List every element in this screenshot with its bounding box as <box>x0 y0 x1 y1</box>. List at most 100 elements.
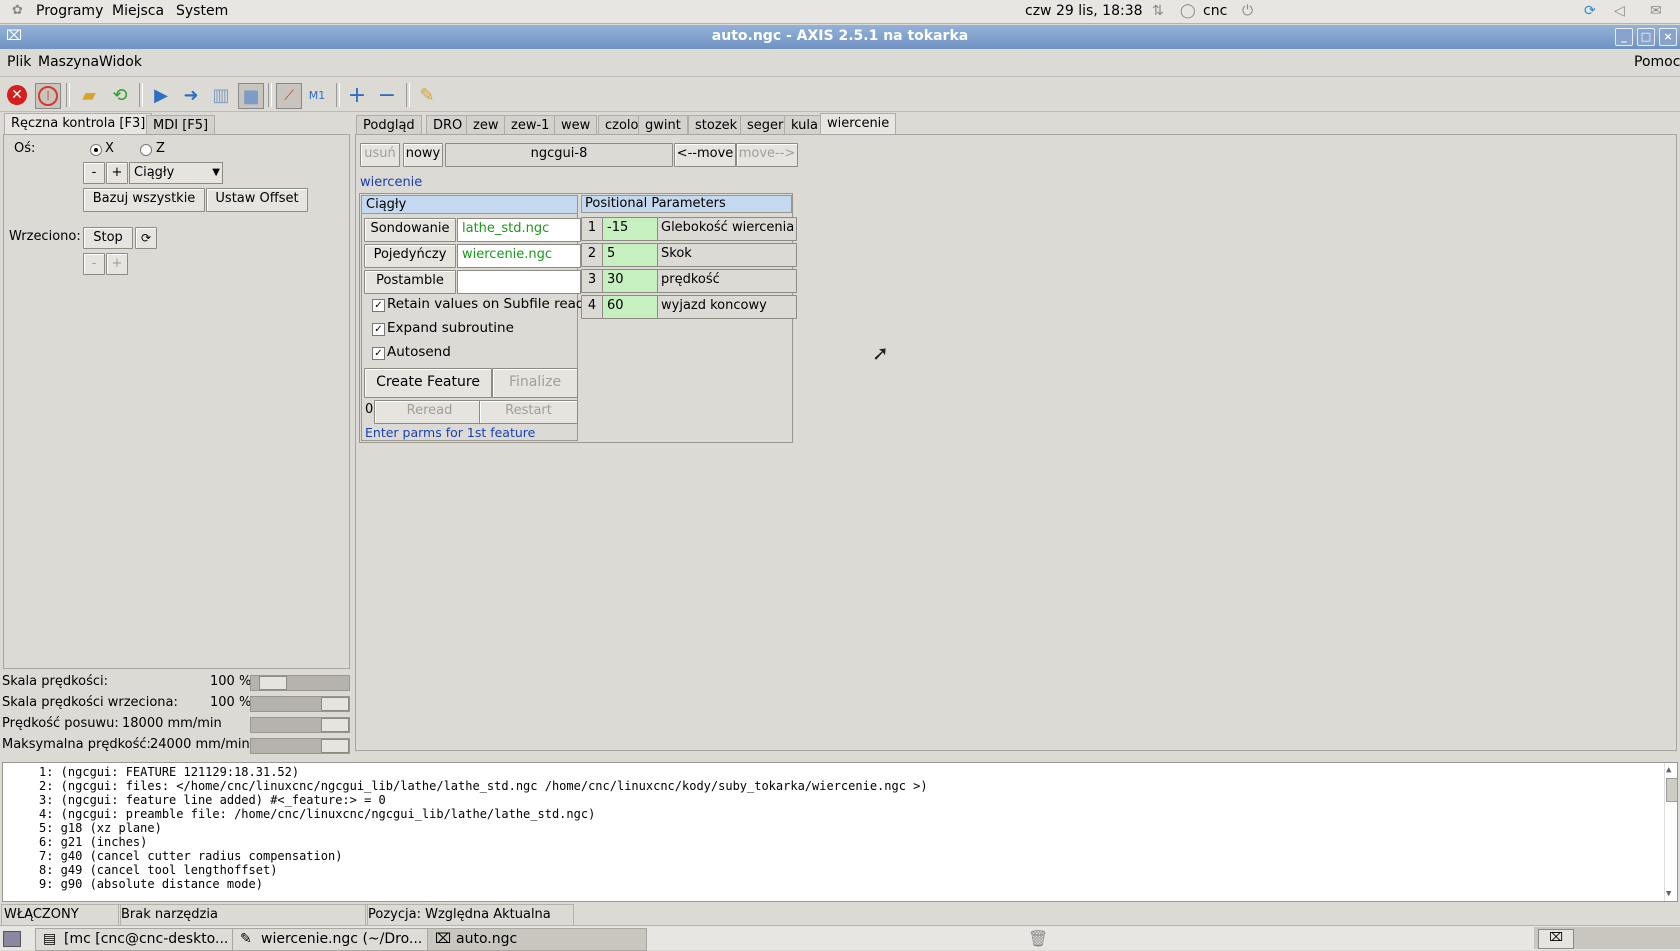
jog-speed-slider[interactable] <box>250 717 350 733</box>
feed-override-slider[interactable] <box>250 675 350 691</box>
create-feature-button[interactable]: Create Feature <box>364 368 492 398</box>
jog-plus-button[interactable]: + <box>106 162 128 184</box>
menu-pomoc[interactable]: Pomoc <box>1634 54 1680 70</box>
stop-program-icon[interactable]: ■ <box>238 83 264 109</box>
tab-gwint[interactable]: gwint <box>638 115 688 136</box>
listing-line[interactable]: 4: (ngcgui: preamble file: /home/cnc/lin… <box>39 807 595 821</box>
postamble-button[interactable]: Postamble <box>364 270 456 294</box>
spindle-rotate-icon[interactable]: ⟳ <box>135 227 157 249</box>
open-file-icon[interactable]: ▰ <box>77 83 101 107</box>
power-icon[interactable]: ⏻ <box>1242 3 1253 19</box>
listing-line[interactable]: 9: g90 (absolute distance mode) <box>39 877 263 891</box>
menu-system[interactable]: System <box>176 3 228 19</box>
pojedynczy-button[interactable]: Pojedyńczy <box>364 244 456 268</box>
axis-z-label[interactable]: Z <box>156 141 165 156</box>
minimize-icon[interactable]: _ <box>1615 28 1633 46</box>
estop-icon[interactable]: ✕ <box>5 83 29 107</box>
window-titlebar[interactable]: ⌧ auto.ngc - AXIS 2.5.1 na tokarka _ □ × <box>0 25 1680 49</box>
step-icon[interactable]: ➜ <box>179 83 203 107</box>
retain-values-checkbox[interactable]: ✓ <box>372 299 385 312</box>
block-delete-icon[interactable]: ⟋ <box>276 83 302 109</box>
gcode-listing[interactable]: 1: (ngcgui: FEATURE 121129:18.31.52) 2: (… <box>2 762 1678 902</box>
param-value-field[interactable]: 60 <box>602 295 660 319</box>
menu-programy[interactable]: Programy <box>36 3 103 19</box>
param-value-field[interactable]: -15 <box>602 217 660 241</box>
expand-subroutine-checkbox[interactable]: ✓ <box>372 323 385 336</box>
listing-scrollbar[interactable]: ▲ ▼ <box>1664 763 1678 901</box>
restart-button[interactable]: Restart <box>479 400 578 424</box>
new-page-button[interactable]: nowy <box>403 143 443 167</box>
home-all-button[interactable]: Bazuj wszystkie <box>83 188 205 212</box>
listing-line[interactable]: 2: (ngcgui: files: </home/cnc/linuxcnc/n… <box>39 779 928 793</box>
tab-wiercenie[interactable]: wiercenie <box>820 113 897 136</box>
sondowanie-button[interactable]: Sondowanie <box>364 218 456 242</box>
spindle-override-slider[interactable] <box>250 696 350 712</box>
listing-line[interactable]: 7: g40 (cancel cutter radius compensatio… <box>39 849 342 863</box>
axis-x-radio[interactable] <box>90 144 102 156</box>
zoom-in-icon[interactable]: + <box>345 83 369 108</box>
slider-knob[interactable] <box>321 718 349 732</box>
menu-widok[interactable]: Widok <box>99 54 142 70</box>
menu-miejsca[interactable]: Miejsca <box>112 3 164 19</box>
tab-dro[interactable]: DRO <box>426 115 470 136</box>
workspace-switcher[interactable]: ⌧ <box>1534 927 1680 949</box>
machine-power-icon[interactable]: | <box>35 83 61 109</box>
expand-subroutine-label[interactable]: Expand subroutine <box>387 320 514 336</box>
tab-podgl-d[interactable]: Podgląd <box>356 115 422 136</box>
close-icon[interactable]: × <box>1659 28 1677 46</box>
task-editor[interactable]: ✎ wiercenie.ngc (~/Dro... <box>232 928 452 951</box>
tab-zew[interactable]: zew <box>466 115 506 136</box>
pause-icon[interactable]: ▥ <box>209 83 233 107</box>
run-icon[interactable]: ▶ <box>149 83 173 107</box>
updates-icon[interactable]: ⟳ <box>1584 3 1596 19</box>
clear-plot-icon[interactable]: ✎ <box>415 83 439 107</box>
tab-seger[interactable]: seger <box>740 115 791 136</box>
retain-values-label[interactable]: Retain values on Subfile read <box>387 296 585 312</box>
tab-wew[interactable]: wew <box>554 115 598 136</box>
volume-icon[interactable]: ◁ <box>1614 3 1625 19</box>
slider-knob[interactable] <box>321 697 349 711</box>
menu-plik[interactable]: Plik <box>7 54 31 70</box>
tab-manual-control[interactable]: Ręczna kontrola [F3] <box>4 113 153 136</box>
clock[interactable]: czw 29 lis, 18:38 <box>1025 3 1143 19</box>
reload-icon[interactable]: ⟲ <box>108 83 132 107</box>
listing-line[interactable]: 3: (ngcgui: feature line added) #<_featu… <box>39 793 386 807</box>
listing-line[interactable]: 8: g49 (cancel tool lengthoffset) <box>39 863 277 877</box>
move-left-button[interactable]: <--move <box>674 143 736 167</box>
finalize-button[interactable]: Finalize <box>492 368 578 398</box>
listing-line[interactable]: 5: g18 (xz plane) <box>39 821 162 835</box>
slider-knob[interactable] <box>321 739 349 753</box>
task-axis[interactable]: ⌧ auto.ngc <box>427 928 647 951</box>
delete-page-button[interactable]: usuń <box>360 143 400 167</box>
zoom-out-icon[interactable]: − <box>375 83 399 108</box>
axis-x-label[interactable]: X <box>105 141 114 156</box>
tab-zew-1[interactable]: zew-1 <box>504 115 557 136</box>
max-velocity-slider[interactable] <box>250 738 350 754</box>
postamble-file-field[interactable] <box>457 270 581 294</box>
slider-knob[interactable] <box>259 676 287 690</box>
menu-maszyna[interactable]: Maszyna <box>38 54 99 70</box>
gnome-foot-icon[interactable]: ✿ <box>12 3 23 18</box>
maximize-icon[interactable]: □ <box>1637 28 1655 46</box>
tab-kula[interactable]: kula <box>784 115 825 136</box>
user-name[interactable]: cnc <box>1203 3 1227 19</box>
spindle-minus-button[interactable]: - <box>83 253 105 275</box>
spindle-plus-button[interactable]: + <box>106 253 128 275</box>
autosend-label[interactable]: Autosend <box>387 344 451 360</box>
pojedynczy-file-field[interactable]: wiercenie.ngc <box>457 244 581 268</box>
scroll-up-icon[interactable]: ▲ <box>1666 765 1671 775</box>
scrollbar-thumb[interactable] <box>1666 778 1678 802</box>
param-value-field[interactable]: 30 <box>602 269 660 293</box>
axis-z-radio[interactable] <box>140 144 152 156</box>
jog-minus-button[interactable]: - <box>83 162 105 184</box>
task-mc[interactable]: ▤ [mc [cnc@cnc-deskto... <box>35 928 257 951</box>
optional-stop-icon[interactable]: M1 <box>305 83 329 107</box>
set-offset-button[interactable]: Ustaw Offset <box>206 188 308 212</box>
move-right-button[interactable]: move--> <box>736 143 798 167</box>
spindle-stop-button[interactable]: Stop <box>83 227 133 249</box>
scroll-down-icon[interactable]: ▼ <box>1666 889 1671 899</box>
tab-stozek[interactable]: stozek <box>688 115 745 136</box>
page-name-field[interactable]: ngcgui-8 <box>445 143 673 167</box>
reread-button[interactable]: Reread <box>374 400 485 424</box>
listing-line[interactable]: 6: g21 (inches) <box>39 835 147 849</box>
